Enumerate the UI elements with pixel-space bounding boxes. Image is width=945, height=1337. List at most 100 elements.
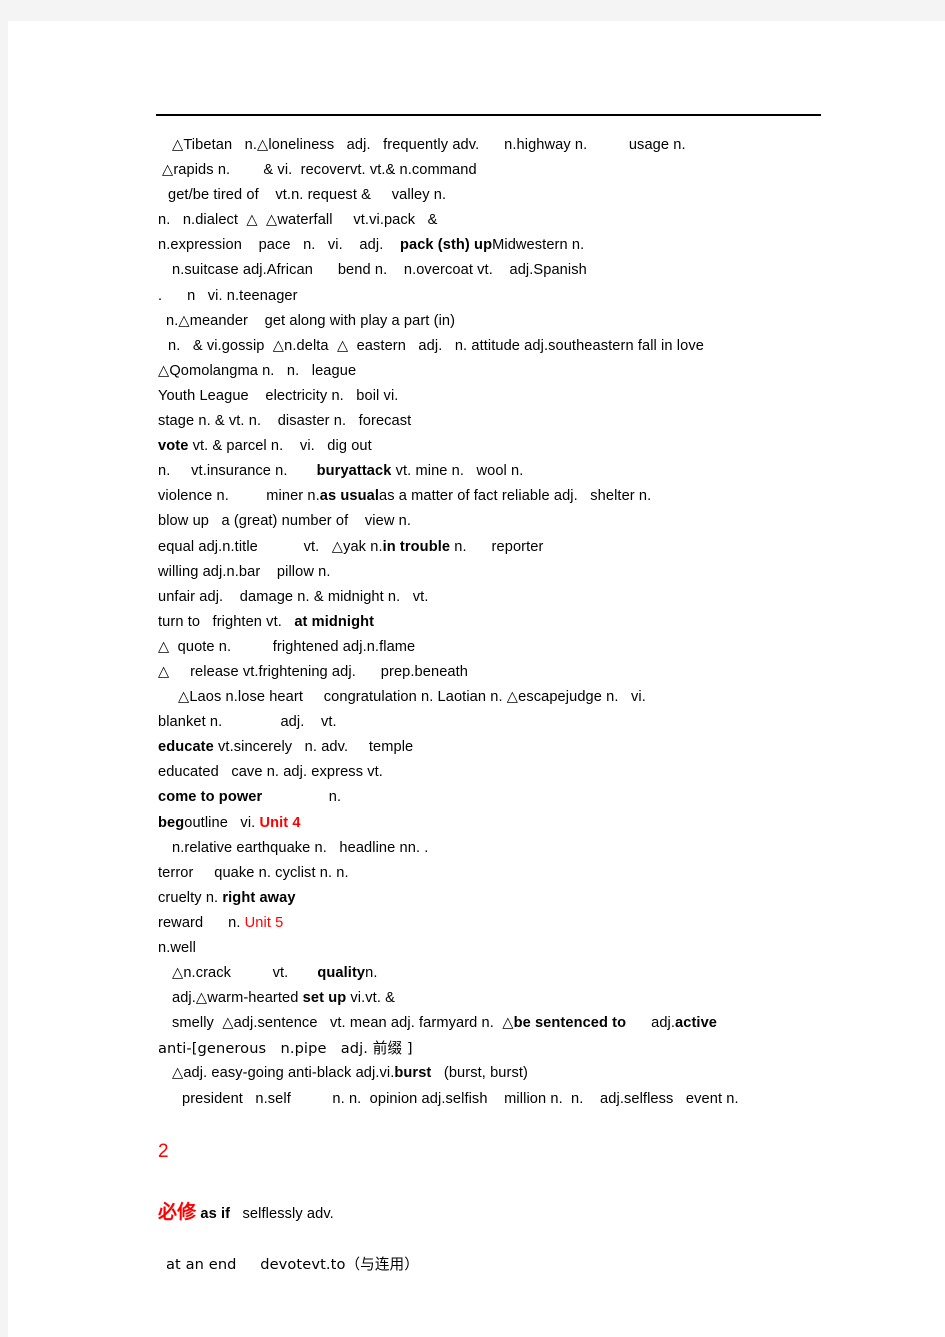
line-text: n. vt.insurance n.: [158, 463, 317, 480]
line-text-tail: (burst, burst): [431, 1065, 528, 1082]
line-text: willing adj.n.bar pillow n.: [158, 563, 331, 580]
line-text: n.expression pace n. vi. adj.: [158, 237, 400, 254]
text-line: n.well: [8, 936, 945, 961]
text-line: begoutline vi. Unit 4: [8, 811, 945, 836]
text-line: △Tibetan n.△loneliness adj. frequently a…: [8, 133, 945, 158]
text-line: △ quote n. frightened adj.n.flame: [8, 635, 945, 660]
text-line: cruelty n. right away: [8, 886, 945, 911]
line-text-tail: as a matter of fact reliable adj. shelte…: [379, 488, 652, 505]
text-line: educate vt.sincerely n. adv. temple: [8, 735, 945, 760]
text-line: △n.crack vt. qualityn.: [8, 961, 945, 986]
text-line: Youth League electricity n. boil vi.: [8, 384, 945, 409]
text-line: blanket n. adj. vt.: [8, 710, 945, 735]
line-text: △Tibetan n.△loneliness adj. frequently a…: [172, 137, 686, 153]
footer-bold-phrase: as if: [196, 1205, 231, 1222]
footer-text: at an end devotevt.to（与连用）: [166, 1255, 419, 1273]
line-text-tail: n.: [365, 965, 378, 982]
header-horizontal-rule: [156, 114, 821, 116]
line-text: △n.crack vt.: [172, 965, 318, 982]
line-text: president n.self n. n. opinion adj.selfi…: [182, 1090, 739, 1107]
line-bold-head: educate: [158, 739, 214, 756]
text-line: △Laos n.lose heart congratulation n. Lao…: [8, 685, 945, 710]
line-text: unfair adj. damage n. & midnight n. vt.: [158, 588, 429, 605]
line-bold-phrase: in trouble: [382, 538, 451, 555]
text-line: n. n.dialect △ △waterfall vt.vi.pack &: [8, 208, 945, 233]
text-line: n.relative earthquake n. headline nn. .: [8, 836, 945, 861]
page-number-line: 2: [8, 1137, 945, 1167]
document-body: △Tibetan n.△loneliness adj. frequently a…: [8, 133, 945, 1277]
text-line: n.suitcase adj.African bend n. n.overcoa…: [8, 258, 945, 283]
line-text: vt. & parcel n. vi. dig out: [188, 438, 372, 455]
line-text: turn to frighten vt.: [158, 613, 295, 630]
text-line: equal adj.n.title vt. △yak n.in trouble …: [8, 535, 945, 560]
line-text-tail: adj.: [626, 1015, 676, 1032]
line-text: terror quake n. cyclist n. n.: [158, 864, 349, 881]
line-text: get/be tired of vt.n. request & valley n…: [168, 187, 447, 204]
text-line: n. & vi.gossip △n.delta △ eastern adj. n…: [8, 334, 945, 359]
line-bold-tail: right away: [222, 889, 296, 906]
line-text-tail: n. reporter: [450, 538, 544, 555]
text-line: turn to frighten vt. at midnight: [8, 610, 945, 635]
line-bold-head: vote: [158, 438, 189, 455]
line-text: anti-[generous n.pipe adj. 前缀 ]: [158, 1040, 413, 1058]
text-line: stage n. & vt. n. disaster n. forecast: [8, 409, 945, 434]
line-text: △Qomolangma n. n. league: [158, 362, 357, 379]
line-text: violence n. miner n.: [158, 488, 320, 505]
page-number: 2: [158, 1140, 169, 1162]
text-line: blow up a (great) number of view n.: [8, 509, 945, 534]
compulsory-label: 必修: [158, 1200, 197, 1223]
line-bold-head: come to power: [158, 789, 263, 806]
line-text: n.: [262, 789, 342, 806]
text-line: n.expression pace n. vi. adj. pack (sth)…: [8, 233, 945, 258]
footer-text: selflessly adv.: [230, 1205, 334, 1222]
text-line: violence n. miner n.as usualas a matter …: [8, 484, 945, 509]
line-text: smelly △adj.sentence vt. mean adj. farmy…: [172, 1015, 514, 1032]
unit-label-5: Unit 5: [244, 914, 284, 931]
line-text: n. & vi.gossip △n.delta △ eastern adj. n…: [168, 337, 704, 354]
text-line: get/be tired of vt.n. request & valley n…: [8, 183, 945, 208]
text-line: unfair adj. damage n. & midnight n. vt.: [8, 585, 945, 610]
line-text-tail: Midwestern n.: [492, 237, 585, 254]
text-line: educated cave n. adj. express vt.: [8, 760, 945, 785]
text-line: n. vt.insurance n. buryattack vt. mine n…: [8, 459, 945, 484]
line-text: blow up a (great) number of view n.: [158, 513, 412, 530]
line-bold-tail: active: [675, 1015, 718, 1032]
line-text: stage n. & vt. n. disaster n. forecast: [158, 413, 412, 430]
line-text: cruelty n.: [158, 889, 223, 906]
line-text: Youth League electricity n. boil vi.: [158, 387, 399, 404]
text-line: anti-[generous n.pipe adj. 前缀 ]: [8, 1036, 945, 1061]
line-text: equal adj.n.title vt. △yak n.: [158, 538, 383, 555]
text-line: willing adj.n.bar pillow n.: [8, 560, 945, 585]
text-line: terror quake n. cyclist n. n.: [8, 861, 945, 886]
line-text: n.△meander get along with play a part (i…: [166, 312, 456, 329]
line-bold-phrase: set up: [302, 990, 347, 1007]
footer-line: 必修 as if selflessly adv.: [8, 1197, 945, 1227]
text-line: adj.△warm-hearted set up vi.vt. &: [8, 986, 945, 1011]
line-text-tail: vt. mine n. wool n.: [391, 463, 524, 480]
line-bold-phrase: buryattack: [316, 463, 392, 480]
line-text: △ release vt.frightening adj. prep.benea…: [158, 663, 469, 680]
text-line: △ release vt.frightening adj. prep.benea…: [8, 660, 945, 685]
line-text: n.well: [158, 940, 196, 956]
line-text: n.suitcase adj.African bend n. n.overcoa…: [172, 262, 587, 279]
line-text: vt.sincerely n. adv. temple: [213, 739, 414, 756]
line-text: n. n.dialect △ △waterfall vt.vi.pack &: [158, 212, 438, 229]
text-line: vote vt. & parcel n. vi. dig out: [8, 434, 945, 459]
line-text: reward n.: [158, 914, 245, 931]
text-line: n.△meander get along with play a part (i…: [8, 309, 945, 334]
text-line: . n vi. n.teenager: [8, 284, 945, 309]
line-text: . n vi. n.teenager: [158, 287, 298, 304]
line-text: △rapids n. & vi. recovervt. vt.& n.comma…: [162, 162, 477, 179]
text-line: reward n. Unit 5: [8, 911, 945, 936]
line-bold-phrase: be sentenced to: [513, 1015, 627, 1032]
line-bold-phrase: pack (sth) up: [399, 237, 493, 254]
document-page: △Tibetan n.△loneliness adj. frequently a…: [8, 21, 945, 1337]
line-text-tail: vi.vt. &: [346, 990, 395, 1007]
line-bold-head: beg: [158, 814, 185, 831]
line-bold-phrase: as usual: [319, 488, 379, 505]
line-text: △Laos n.lose heart congratulation n. Lao…: [178, 689, 646, 706]
text-line: △Qomolangma n. n. league: [8, 359, 945, 384]
line-text: △ quote n. frightened adj.n.flame: [158, 638, 416, 655]
